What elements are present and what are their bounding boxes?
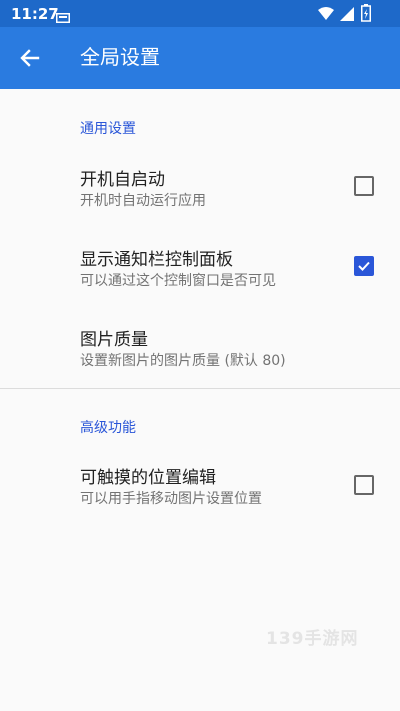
section-header-advanced: 高级功能 [80,420,136,436]
back-button[interactable] [10,38,50,78]
section-header-general: 通用设置 [80,121,136,137]
arrow-left-icon [20,49,40,67]
pref-summary: 设置新图片的图片质量 (默认 80) [80,353,286,369]
pref-summary: 可以用手指移动图片设置位置 [80,491,262,507]
pref-title: 图片质量 [80,330,148,350]
signal-icon [340,6,354,21]
pref-title: 开机自启动 [80,170,165,190]
pref-image-quality[interactable]: 图片质量 设置新图片的图片质量 (默认 80) [0,310,400,386]
notification-panel-checkbox[interactable] [354,256,374,276]
pref-autostart[interactable]: 开机自启动 开机时自动运行应用 [0,150,400,226]
autostart-checkbox[interactable] [354,176,374,196]
check-icon [358,261,370,271]
page-title: 全局设置 [80,45,160,69]
notification-icon [56,8,70,23]
watermark: 139手游网 [266,629,359,649]
pref-summary: 可以通过这个控制窗口是否可见 [80,273,276,289]
section-divider [0,388,400,389]
pref-summary: 开机时自动运行应用 [80,193,206,209]
battery-icon [361,4,371,22]
status-bar: 11:27 [0,0,400,27]
pref-touch-position-edit[interactable]: 可触摸的位置编辑 可以用手指移动图片设置位置 [0,448,400,524]
touch-position-edit-checkbox[interactable] [354,475,374,495]
pref-title: 可触摸的位置编辑 [80,468,216,488]
pref-notification-panel[interactable]: 显示通知栏控制面板 可以通过这个控制窗口是否可见 [0,230,400,306]
status-time: 11:27 [11,5,59,23]
wifi-icon [318,6,334,20]
pref-title: 显示通知栏控制面板 [80,250,233,270]
app-bar: 全局设置 [0,27,400,89]
